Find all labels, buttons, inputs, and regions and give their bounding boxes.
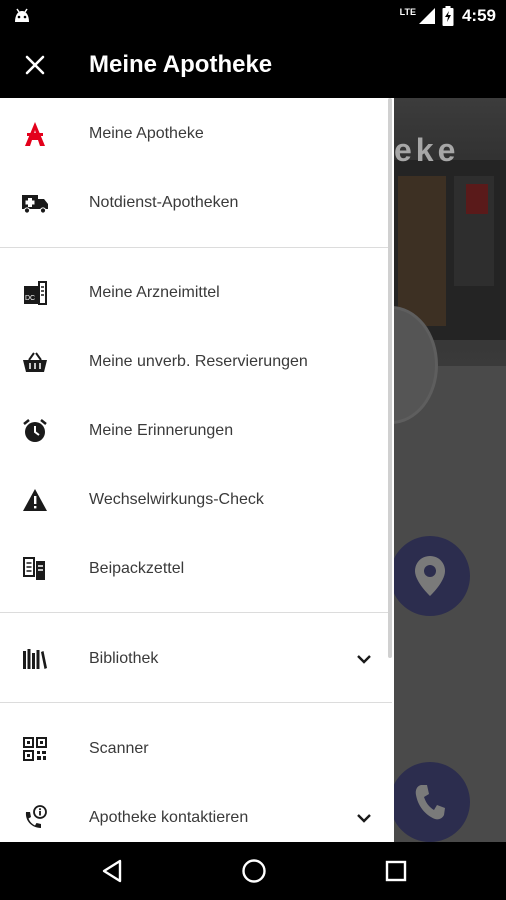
shopping-basket-icon	[20, 347, 50, 377]
clock: 4:59	[461, 6, 496, 25]
drawer-item-label: Scanner	[89, 739, 149, 757]
drawer-item-label: Beipackzettel	[89, 559, 185, 577]
status-bar: LTE 4:59	[0, 0, 506, 32]
phone-icon	[415, 785, 445, 820]
back-icon	[102, 859, 122, 883]
drawer-item-erinnerungen[interactable]: Meine Erinnerungen	[0, 396, 386, 465]
back-button[interactable]	[97, 856, 127, 886]
svg-text:DC: DC	[25, 295, 35, 302]
section-divider	[0, 612, 392, 613]
battery-charging-icon	[442, 6, 454, 26]
drawer-item-label: Apotheke kontaktieren	[89, 808, 249, 826]
signal-icon	[418, 8, 435, 24]
close-drawer-button[interactable]	[18, 48, 52, 82]
shop-sign-text: eke	[394, 132, 460, 168]
drawer-item-beipackzettel[interactable]: Beipackzettel	[0, 534, 386, 603]
drawer-item-label: Meine Apotheke	[89, 124, 204, 142]
drawer-item-scanner[interactable]: Scanner	[0, 714, 386, 783]
toolbar-title: Meine Apotheke	[89, 51, 273, 78]
section-divider	[0, 247, 392, 248]
drawer-item-meine-apotheke[interactable]: Meine Apotheke	[0, 99, 386, 168]
drawer-item-label: Bibliothek	[89, 649, 159, 667]
drawer-item-bibliothek[interactable]: Bibliothek	[0, 624, 386, 693]
system-navigation-bar	[0, 842, 506, 900]
drawer-item-wechselwirkungs-check[interactable]: Wechselwirkungs-Check	[0, 465, 386, 534]
chevron-down-icon[interactable]	[352, 806, 376, 830]
navigation-drawer: Meine Apotheke Notdienst-Apotheken DC Me…	[0, 98, 394, 842]
drawer-item-apotheke-kontaktieren[interactable]: Apotheke kontaktieren	[0, 783, 386, 842]
medicine-box-icon: DC	[20, 278, 50, 308]
network-type-label: LTE	[399, 7, 416, 17]
android-debug-icon	[15, 8, 29, 22]
close-icon	[25, 55, 45, 75]
drawer-item-notdienst[interactable]: Notdienst-Apotheken	[0, 168, 386, 237]
phone-info-icon	[20, 803, 50, 833]
alarm-clock-icon	[20, 416, 50, 446]
call-button[interactable]	[394, 762, 470, 842]
drawer-item-label: Meine Arzneimittel	[89, 283, 220, 301]
home-button[interactable]	[239, 856, 269, 886]
background-content-scrim[interactable]: eke	[394, 98, 506, 842]
recent-apps-icon	[385, 860, 407, 882]
drawer-item-label: Wechselwirkungs-Check	[89, 490, 264, 508]
location-pin-icon	[415, 556, 445, 596]
drawer-item-reservierungen[interactable]: Meine unverb. Reservierungen	[0, 327, 386, 396]
drawer-item-meine-arzneimittel[interactable]: DC Meine Arzneimittel	[0, 258, 386, 327]
location-button[interactable]	[394, 536, 470, 616]
app-toolbar: Meine Apotheke	[0, 32, 506, 98]
library-books-icon	[20, 644, 50, 674]
warning-icon	[20, 485, 50, 515]
drawer-item-label: Meine unverb. Reservierungen	[89, 352, 308, 370]
home-icon	[242, 859, 266, 883]
recent-apps-button[interactable]	[381, 856, 411, 886]
drawer-scrollbar[interactable]	[388, 98, 392, 658]
pharmacy-logo-icon	[20, 119, 50, 149]
drawer-item-label: Notdienst-Apotheken	[89, 193, 239, 211]
chevron-down-icon[interactable]	[352, 647, 376, 671]
qr-code-icon	[20, 734, 50, 764]
leaflet-icon	[20, 554, 50, 584]
ambulance-icon	[20, 188, 50, 218]
drawer-item-label: Meine Erinnerungen	[89, 421, 234, 439]
section-divider	[0, 702, 392, 703]
